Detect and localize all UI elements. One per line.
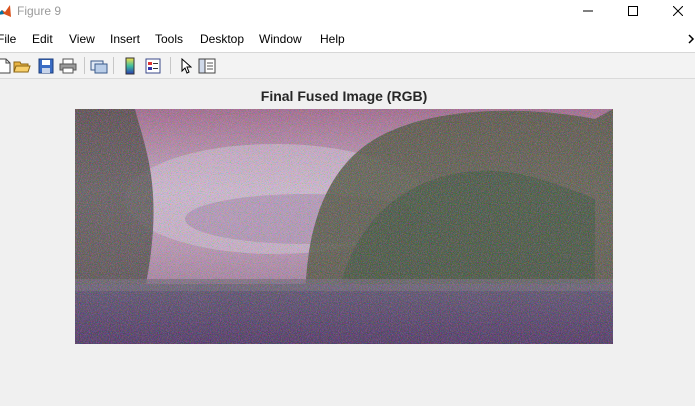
maximize-icon xyxy=(628,6,638,16)
figure-toolbar xyxy=(0,53,695,79)
print-icon[interactable] xyxy=(58,56,78,76)
edit-plot-arrow-icon[interactable] xyxy=(176,56,196,76)
close-button[interactable] xyxy=(655,0,695,22)
menu-bar: File Edit View Insert Tools Desktop Wind… xyxy=(0,24,695,53)
menu-insert[interactable]: Insert xyxy=(110,32,140,46)
fused-image xyxy=(75,109,613,344)
matlab-logo-icon xyxy=(0,3,12,19)
menu-window[interactable]: Window xyxy=(259,32,302,46)
menu-edit[interactable]: Edit xyxy=(32,32,53,46)
menu-view[interactable]: View xyxy=(69,32,95,46)
toolbar-separator xyxy=(170,57,171,74)
property-editor-icon[interactable] xyxy=(197,56,217,76)
maximize-button[interactable] xyxy=(610,0,656,22)
close-icon xyxy=(673,6,683,16)
dock-arrow-icon[interactable] xyxy=(688,33,695,44)
window-titlebar[interactable]: Figure 9 xyxy=(0,0,695,24)
insert-legend-icon[interactable] xyxy=(143,56,163,76)
open-file-icon[interactable] xyxy=(12,56,32,76)
menu-file[interactable]: File xyxy=(0,32,16,46)
insert-colorbar-icon[interactable] xyxy=(120,56,140,76)
fused-image-graphic xyxy=(75,109,613,344)
minimize-button[interactable] xyxy=(565,0,611,22)
axes-title: Final Fused Image (RGB) xyxy=(260,88,428,104)
minimize-icon xyxy=(583,10,593,12)
menu-help[interactable]: Help xyxy=(320,32,345,46)
toolbar-separator xyxy=(84,57,85,74)
toolbar-separator xyxy=(113,57,114,74)
menu-tools[interactable]: Tools xyxy=(155,32,183,46)
menu-desktop[interactable]: Desktop xyxy=(200,32,244,46)
window-title: Figure 9 xyxy=(17,4,62,18)
link-plot-icon[interactable] xyxy=(89,56,109,76)
save-icon[interactable] xyxy=(36,56,56,76)
